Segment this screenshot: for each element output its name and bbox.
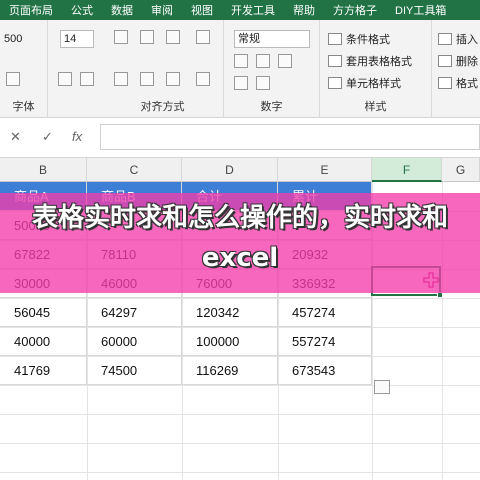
format-label: 格式 — [456, 78, 478, 90]
insert-label: 插入 — [456, 34, 478, 46]
table-cell[interactable]: 673543 — [278, 356, 372, 385]
table-cell[interactable]: 56045 — [0, 298, 87, 327]
column-header-d[interactable]: D — [182, 158, 278, 182]
column-header-e[interactable]: E — [278, 158, 372, 182]
delete-button[interactable]: 删除 — [438, 52, 478, 70]
confirm-icon[interactable]: ✓ — [42, 129, 53, 145]
table-cell[interactable]: 60000 — [87, 327, 182, 356]
table-format-button[interactable]: 套用表格格式 — [328, 52, 412, 70]
quick-analysis-icon[interactable] — [374, 380, 390, 394]
table-cell[interactable]: 116269 — [182, 356, 278, 385]
font-size-row: 500 — [4, 33, 23, 45]
insert-function-icon[interactable]: fx — [72, 129, 82, 144]
merge-center-icon[interactable] — [196, 72, 210, 86]
table-cell[interactable]: 40000 — [0, 327, 87, 356]
conditional-format-label: 条件格式 — [346, 34, 390, 46]
fill-color-icon[interactable] — [6, 72, 20, 86]
font-size-select[interactable]: 14 — [60, 30, 94, 48]
currency-icon[interactable] — [234, 54, 248, 68]
tab-developer[interactable]: 开发工具 — [222, 2, 284, 18]
align-left-icon[interactable] — [114, 72, 128, 86]
ribbon-tab-bar: 页面布局 公式 数据 审阅 视图 开发工具 帮助 方方格子 DIY工具箱 — [0, 0, 480, 20]
align-top-icon[interactable] — [114, 30, 128, 44]
align-middle-icon[interactable] — [140, 30, 154, 44]
alignment-group: 对齐方式 — [102, 20, 224, 118]
align-center-icon[interactable] — [140, 72, 154, 86]
tab-data[interactable]: 数据 — [102, 2, 142, 18]
table-cell[interactable]: 74500 — [87, 356, 182, 385]
align-right-icon[interactable] — [166, 72, 180, 86]
table-cell[interactable]: 64297 — [87, 298, 182, 327]
column-header-f[interactable]: F — [372, 158, 442, 182]
cell-style-label: 单元格样式 — [346, 78, 401, 90]
font-group-label: 字体 — [12, 101, 35, 113]
number-group: 常规 数字 — [224, 20, 320, 118]
grid-line — [0, 414, 480, 415]
grid-line — [0, 385, 480, 386]
conditional-format-icon — [328, 33, 342, 45]
decrease-font-icon[interactable] — [80, 72, 94, 86]
tab-view[interactable]: 视图 — [182, 2, 222, 18]
cell-style-icon — [328, 77, 342, 89]
align-bottom-icon[interactable] — [166, 30, 180, 44]
comma-icon[interactable] — [278, 54, 292, 68]
cells-group: 插入 删除 格式 — [432, 20, 480, 118]
format-button[interactable]: 格式 — [438, 74, 478, 92]
column-header-g[interactable]: G — [442, 158, 480, 182]
table-cell[interactable]: 120342 — [182, 298, 278, 327]
table-cell[interactable]: 100000 — [182, 327, 278, 356]
table-format-label: 套用表格格式 — [346, 56, 412, 68]
tab-page-layout[interactable]: 页面布局 — [0, 2, 62, 18]
increase-font-icon[interactable] — [58, 72, 72, 86]
cancel-icon[interactable]: ✕ — [10, 129, 21, 145]
decrease-decimal-icon[interactable] — [256, 76, 270, 90]
ribbon: 500 字体 14 对齐方式 常规 数字 条件格式 套用表格格式 单元格样式 样… — [0, 20, 480, 118]
wrap-text-icon[interactable] — [196, 30, 210, 44]
number-format-select[interactable]: 常规 — [234, 30, 310, 48]
number-group-label: 数字 — [260, 101, 283, 113]
tab-help[interactable]: 帮助 — [284, 2, 324, 18]
grid-line — [0, 472, 480, 473]
tab-fangfang[interactable]: 方方格子 — [324, 2, 386, 18]
column-header-c[interactable]: C — [87, 158, 182, 182]
insert-button[interactable]: 插入 — [438, 30, 478, 48]
tab-diy-toolbox[interactable]: DIY工具箱 — [386, 2, 455, 18]
table-cell[interactable]: 457274 — [278, 298, 372, 327]
delete-label: 删除 — [456, 56, 478, 68]
cell-style-button[interactable]: 单元格样式 — [328, 74, 401, 92]
table-cell[interactable]: 557274 — [278, 327, 372, 356]
formula-bar: ✕ ✓ fx — [0, 118, 480, 158]
styles-group-label: 样式 — [364, 101, 387, 113]
banner-title: 表格实时求和怎么操作的，实时求和excel — [31, 203, 448, 273]
alignment-group-label: 对齐方式 — [140, 101, 185, 113]
font-group: 500 字体 — [0, 20, 48, 118]
percent-icon[interactable] — [256, 54, 270, 68]
column-header-b[interactable]: B — [0, 158, 87, 182]
tab-formulas[interactable]: 公式 — [62, 2, 102, 18]
format-icon — [438, 77, 452, 89]
delete-icon — [438, 55, 452, 67]
styles-group: 条件格式 套用表格格式 单元格样式 样式 — [320, 20, 432, 118]
table-cell[interactable]: 41769 — [0, 356, 87, 385]
formula-input[interactable] — [100, 124, 480, 150]
insert-icon — [438, 33, 452, 45]
tab-review[interactable]: 审阅 — [142, 2, 182, 18]
grid-line — [0, 443, 480, 444]
conditional-format-button[interactable]: 条件格式 — [328, 30, 390, 48]
increase-decimal-icon[interactable] — [234, 76, 248, 90]
table-format-icon — [328, 55, 342, 67]
